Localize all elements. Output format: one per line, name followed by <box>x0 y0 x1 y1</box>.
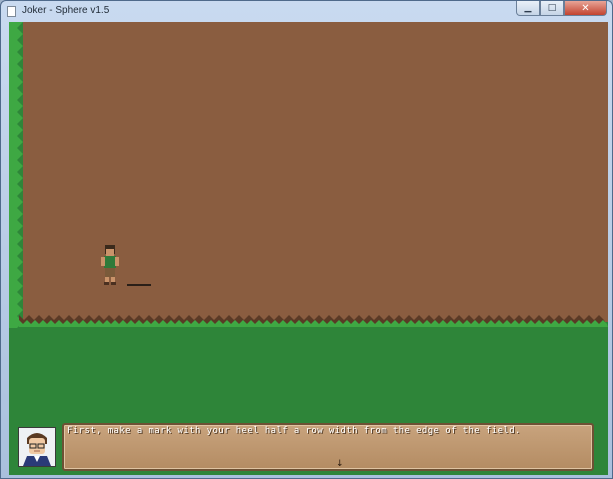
game-viewport[interactable]: First, make a mark with your heel half a… <box>9 22 608 475</box>
minimize-icon: ▁ <box>524 3 532 13</box>
close-button[interactable]: ✕ <box>564 1 607 16</box>
farmer-sprite <box>99 243 121 285</box>
maximize-button[interactable]: □ <box>540 1 564 16</box>
heel-mark <box>127 284 151 286</box>
window-title: Joker - Sphere v1.5 <box>22 5 110 16</box>
dialogue-box[interactable]: First, make a mark with your heel half a… <box>62 423 594 471</box>
grass-border-bottom <box>19 315 608 327</box>
app-icon <box>7 6 16 17</box>
speaker-portrait <box>18 427 56 467</box>
minimize-button[interactable]: ▁ <box>516 1 540 16</box>
more-text-indicator: ↓ <box>336 459 344 469</box>
app-window: Joker - Sphere v1.5 ▁ □ ✕ First, make a … <box>0 0 613 479</box>
dialogue-text: First, make a mark with your heel half a… <box>67 426 521 436</box>
maximize-icon: □ <box>547 3 557 13</box>
window-controls: ▁ □ ✕ <box>516 1 607 16</box>
close-icon: ✕ <box>581 2 590 14</box>
title-bar[interactable]: Joker - Sphere v1.5 ▁ □ ✕ <box>1 1 612 22</box>
grass-border-left <box>9 22 23 328</box>
